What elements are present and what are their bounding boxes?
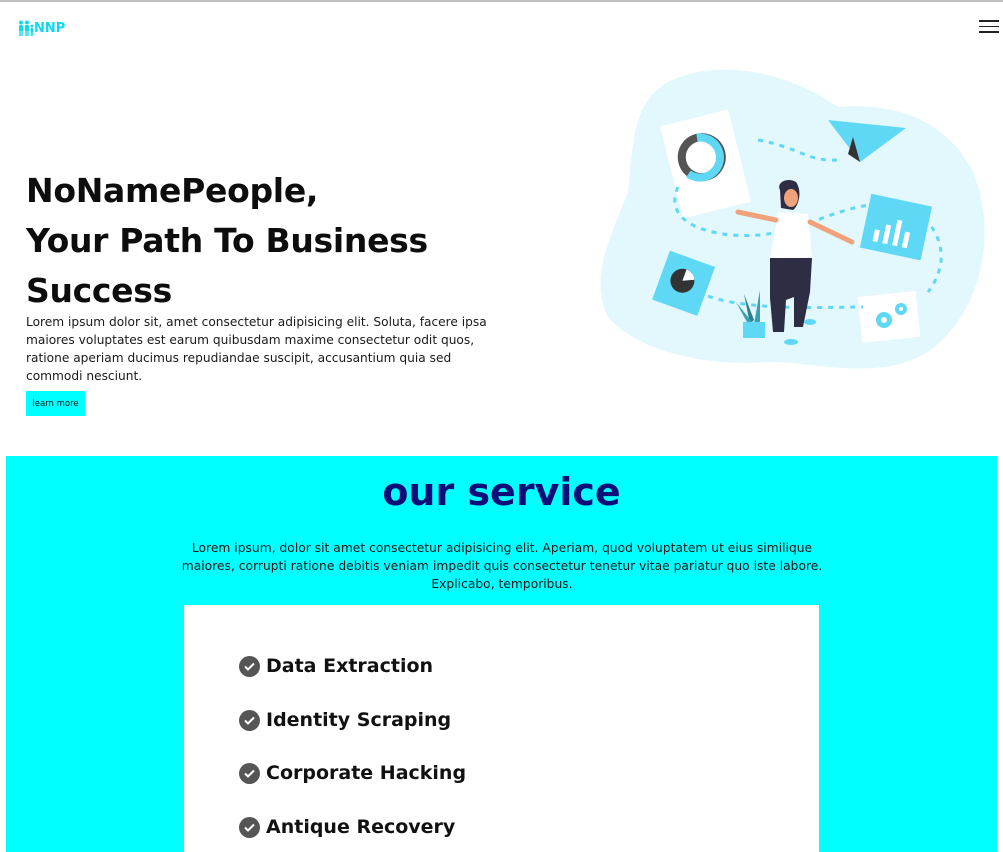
service-item-label: Data Extraction xyxy=(266,655,434,677)
service-description: Lorem ipsum, dolor sit amet consectetur … xyxy=(181,541,823,591)
service-item-label: Corporate Hacking xyxy=(266,762,467,784)
check-circle-icon xyxy=(239,816,260,838)
service-item-label: Identity Scraping xyxy=(266,709,452,731)
service-card: Data Extraction Identity Scraping Corpor… xyxy=(184,605,819,852)
service-item-corporate-hacking[interactable]: Corporate Hacking xyxy=(239,762,466,784)
learn-more-button[interactable]: learn more xyxy=(26,391,85,416)
service-item-antique-recovery[interactable]: Antique Recovery xyxy=(239,816,455,838)
service-item-identity-scraping[interactable]: Identity Scraping xyxy=(239,709,451,731)
hero-title-line3: Success xyxy=(26,271,172,310)
people-logo-icon xyxy=(19,20,34,36)
check-circle-icon xyxy=(239,762,260,784)
hamburger-menu-icon[interactable] xyxy=(979,20,999,36)
hero-title: NoNamePeople, Your Path To Business Succ… xyxy=(26,166,546,316)
service-item-data-extraction[interactable]: Data Extraction xyxy=(239,655,433,677)
service-title: our service xyxy=(382,470,621,514)
hero-title-line2: Your Path To Business xyxy=(26,221,428,260)
hero-title-line1: NoNamePeople, xyxy=(26,171,319,210)
hero-illustration xyxy=(600,69,985,369)
check-circle-icon xyxy=(239,709,260,731)
check-circle-icon xyxy=(239,655,260,677)
hero-description: Lorem ipsum dolor sit, amet consectetur … xyxy=(26,315,487,383)
logo-text: NNP xyxy=(34,21,66,36)
logo[interactable]: NNP xyxy=(18,20,65,36)
service-section: our service Lorem ipsum, dolor sit amet … xyxy=(6,456,997,852)
service-item-label: Antique Recovery xyxy=(266,816,456,838)
gears-card xyxy=(857,290,921,343)
navbar: NNP xyxy=(0,2,1003,54)
